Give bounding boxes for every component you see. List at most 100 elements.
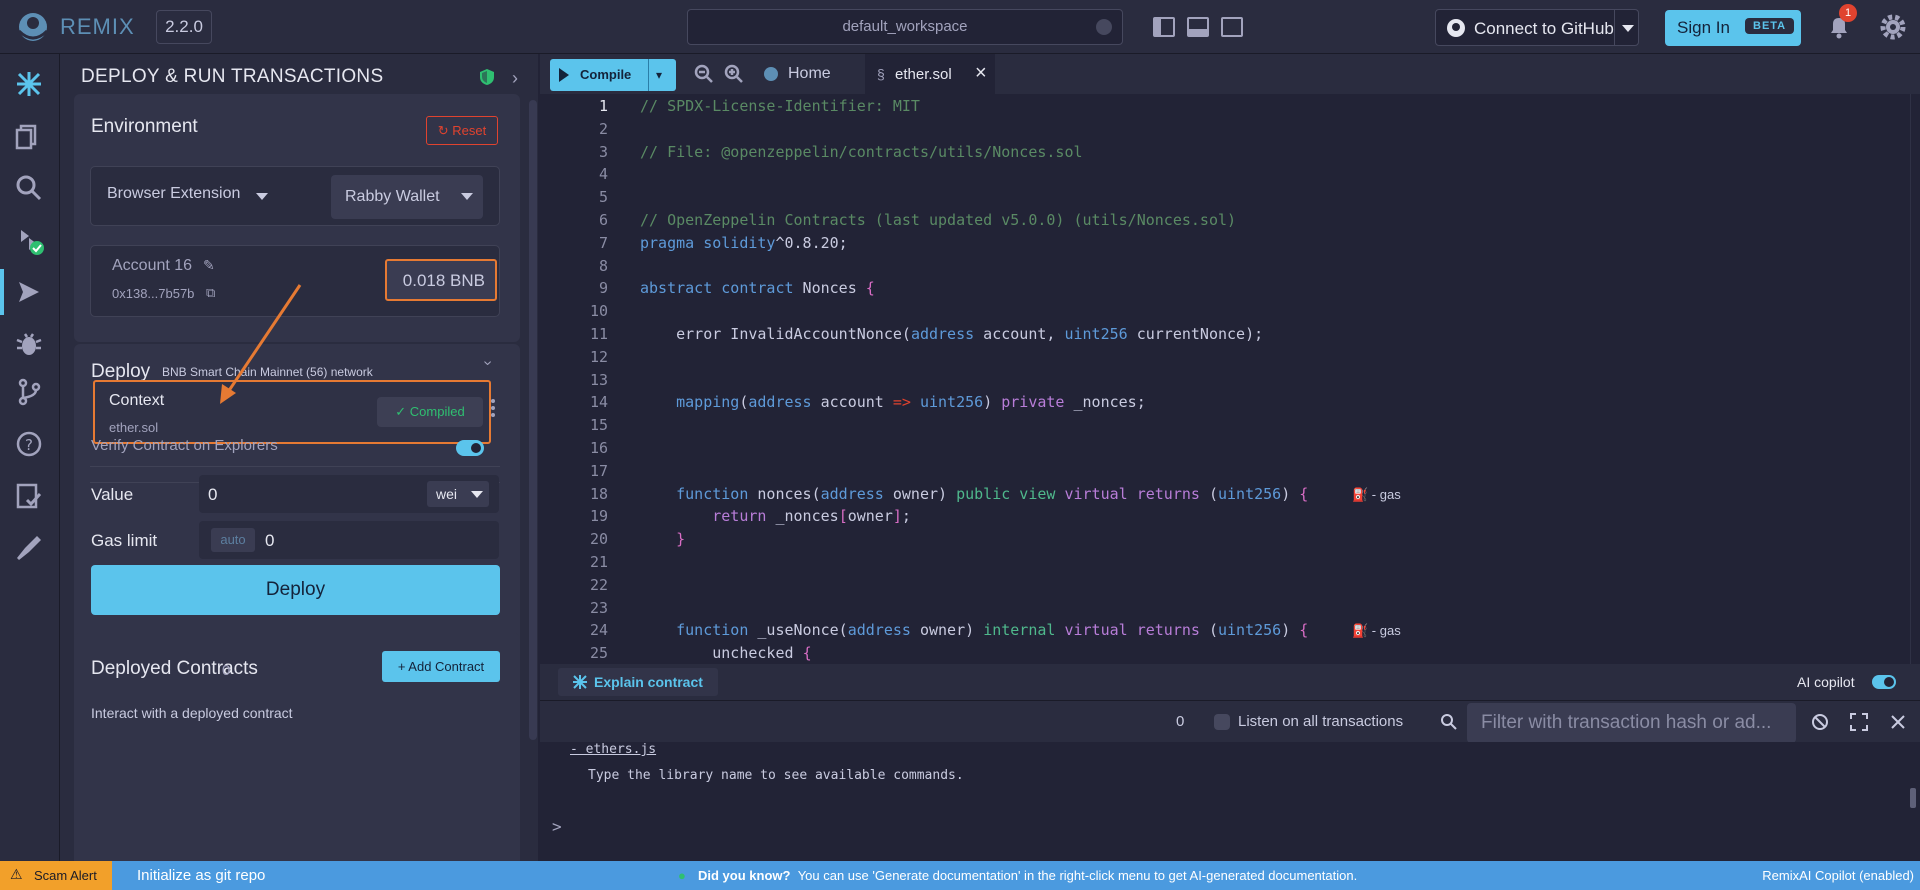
terminal-scrollbar[interactable] [1910,788,1916,808]
line-number: 6 [598,211,608,229]
remixai-status[interactable]: RemixAI Copilot (enabled) [1762,868,1914,883]
remix-logo-icon[interactable] [14,9,52,45]
environment-dropdown-icon[interactable] [256,193,268,200]
close-icon[interactable]: × [975,62,987,85]
git-init-bar: Initialize as git repo ● Did you know? Y… [112,861,1920,890]
help-icon[interactable]: ? [13,428,45,460]
terminal-prompt[interactable]: > [552,817,562,836]
line-number: 17 [589,461,608,480]
terminal-line: - ethers.js [570,742,657,757]
expand-icon[interactable] [1850,713,1868,731]
layout-left-panel-icon[interactable] [1153,17,1175,37]
line-number: 2 [598,119,608,138]
did-you-know-label: Did you know? [698,868,791,883]
gas-estimate-hint: ⛽ - gas [1352,623,1401,639]
wallet-label: Rabby Wallet [345,188,440,205]
context-file: ether.sol [109,420,159,435]
compile-dropdown-icon[interactable]: ▾ [656,68,662,82]
value-unit-select[interactable]: wei [427,481,489,507]
chevron-down-icon[interactable]: › [479,360,497,365]
ai-copilot-toggle[interactable] [1872,675,1896,689]
line-number: 3 [598,142,608,161]
verify-contract-label: Verify Contract on Explorers [91,437,278,454]
kebab-menu-icon[interactable] [490,398,496,418]
panel-title: DEPLOY & RUN TRANSACTIONS [81,66,384,87]
search-icon[interactable] [13,172,45,204]
account-name[interactable]: Account 16 [112,257,192,275]
compiled-badge: ✓ Compiled [377,397,483,427]
tab-home[interactable]: Home [788,65,831,83]
code-line: mapping(address account => uint256) priv… [676,393,1146,412]
workspace-selector[interactable]: default_workspace [687,9,1123,45]
code-line: // OpenZeppelin Contracts (last updated … [640,211,1237,229]
compile-button[interactable]: Compile ▾ [550,59,676,91]
solidity-compiler-icon[interactable] [13,224,45,256]
environment-dropdown[interactable]: Browser Extension [107,185,240,203]
code-editor[interactable]: 1// SPDX-License-Identifier: MIT 2 3// Fil… [540,94,1920,664]
tab-ether-sol[interactable]: § ether.sol × [865,54,995,94]
panel-scrollbar[interactable] [529,100,537,740]
environment-selector: Browser Extension Rabby Wallet [90,166,500,226]
layout-right-panel-icon[interactable] [1221,17,1243,37]
close-icon[interactable] [1889,713,1907,731]
line-number: 25 [589,644,608,663]
line-number: 4 [598,165,608,184]
wallet-dropdown-icon [461,193,473,200]
layout-bottom-panel-icon[interactable] [1187,17,1209,37]
icon-sidebar: ? [0,54,60,861]
reset-label: Reset [452,123,487,138]
chevron-right-icon[interactable]: › [512,68,518,89]
svg-text:?: ? [25,436,33,454]
zoom-out-icon[interactable] [694,64,714,84]
beta-badge: BETA [1745,18,1795,34]
terminal[interactable]: - ethers.js Type the library name to see… [540,742,1920,861]
scam-alert-button[interactable]: ⚠ Scam Alert [0,861,112,890]
transaction-filter-input[interactable]: Filter with transaction hash or ad... [1467,703,1796,743]
gear-icon[interactable] [1879,13,1907,41]
shield-icon [480,69,494,85]
line-number: 24 [589,621,608,640]
unit-dropdown-icon [471,491,483,498]
reset-button[interactable]: ↻ Reset [426,116,498,145]
contract-context-box[interactable]: Context ether.sol ✓ Compiled [93,380,491,444]
context-title: Context [109,392,165,409]
file-explorer-icon[interactable] [13,120,45,152]
gas-auto-chip[interactable]: auto [211,528,255,552]
connect-github-button[interactable]: Connect to GitHub [1435,9,1639,46]
plugin-manager-icon[interactable] [13,532,45,564]
network-label: BNB Smart Chain Mainnet (56) network [162,365,373,379]
line-number: 15 [589,416,608,435]
sign-in-button[interactable]: Sign In BETA [1665,10,1801,46]
zoom-in-icon[interactable] [724,64,744,84]
explain-contract-button[interactable]: Explain contract [558,668,718,696]
git-icon[interactable] [13,376,45,408]
deploy-run-icon[interactable] [13,276,45,308]
pending-tx-count: 0 [1176,713,1185,730]
did-you-know-tip: Did you know? You can use 'Generate docu… [698,868,1357,883]
deployed-contracts-label: Deployed Contracts [91,658,258,679]
top-bar: REMIX 2.2.0 default_workspace Connect to… [0,0,1920,54]
editor-scrollbar[interactable] [1910,94,1911,664]
git-init-button[interactable]: Initialize as git repo [137,867,265,884]
debugger-icon[interactable] [13,328,45,360]
tip-icon: ● [678,868,686,883]
clear-terminal-icon[interactable] [1811,713,1829,731]
edit-pencil-icon[interactable]: ✎ [203,257,215,274]
line-number: 22 [589,575,608,594]
play-icon [559,68,569,82]
line-number: 1 [598,97,608,115]
wallet-selector[interactable]: Rabby Wallet [331,175,483,219]
copy-icon[interactable]: ⧉ [206,285,215,301]
add-contract-button[interactable]: + Add Contract [382,651,500,682]
gas-limit-input[interactable]: auto 0 [199,521,499,559]
verify-contract-toggle[interactable] [456,440,484,456]
search-icon [1441,714,1457,730]
deployed-contracts-count: 0 [222,662,231,679]
listen-checkbox[interactable] [1214,714,1230,730]
account-balance: 0.018 BNB [402,271,485,290]
workspace-name: default_workspace [842,18,968,35]
verification-icon[interactable] [13,480,45,512]
deploy-button[interactable]: Deploy [91,565,500,615]
github-dropdown-icon[interactable] [1622,25,1634,32]
remixai-icon[interactable] [13,68,45,100]
